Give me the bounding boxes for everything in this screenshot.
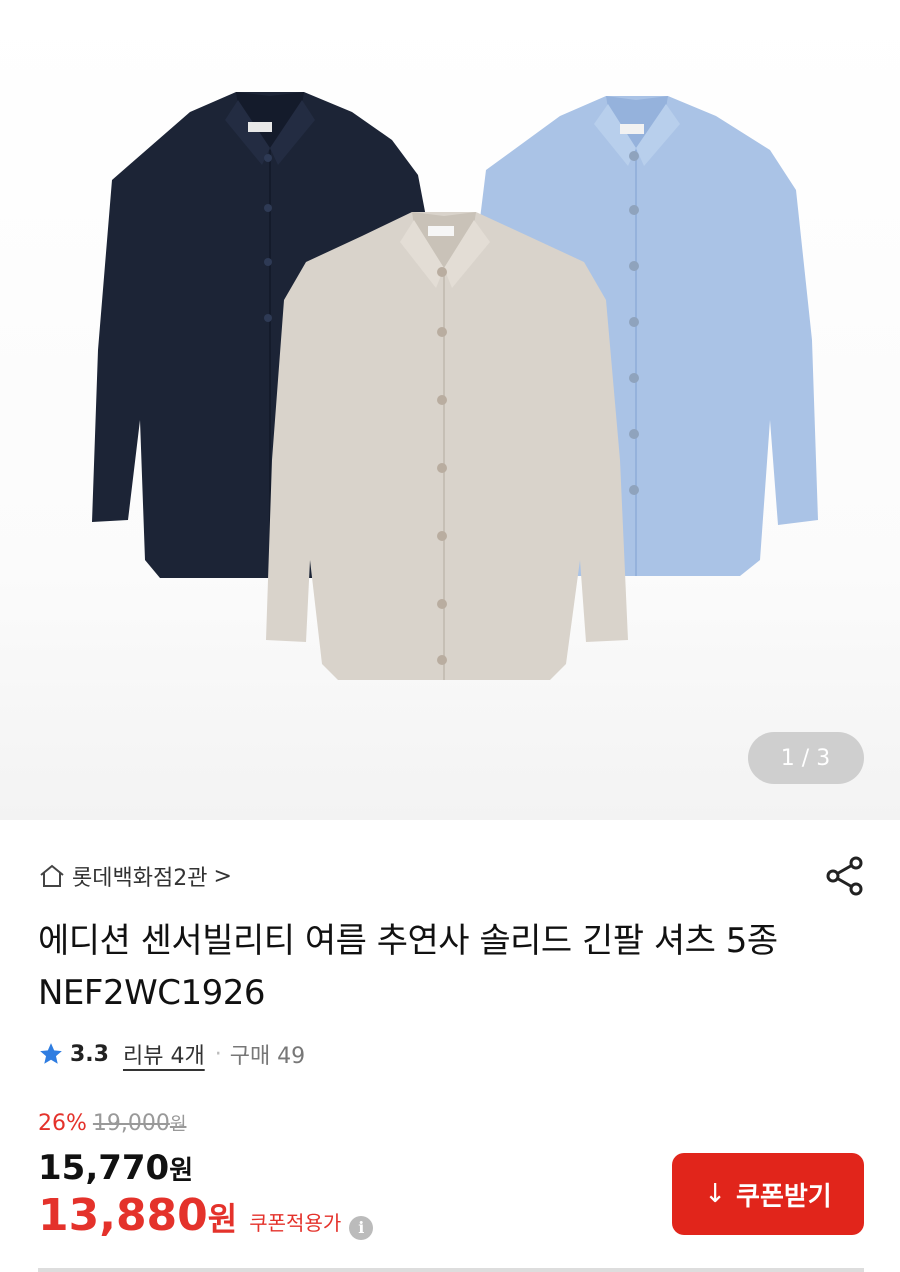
reviews-link[interactable]: 리뷰 4개 bbox=[123, 1038, 205, 1070]
star-icon bbox=[40, 1043, 62, 1064]
get-coupon-button[interactable]: ↓ 쿠폰받기 bbox=[672, 1153, 864, 1235]
home-icon bbox=[40, 864, 64, 887]
original-price-value: 19,000 bbox=[92, 1111, 170, 1136]
store-link[interactable]: 롯데백화점2관 > bbox=[38, 860, 232, 892]
purchase-count: 구매 49 bbox=[229, 1044, 306, 1069]
coupon-price-note: 쿠폰적용가 bbox=[249, 1211, 342, 1235]
pager-separator: / bbox=[801, 745, 811, 771]
original-price-unit: 원 bbox=[169, 1114, 187, 1135]
pager-total: 3 bbox=[816, 745, 832, 771]
store-name: 롯데백화점2관 bbox=[72, 866, 208, 891]
coupon-price-value: 13,880 bbox=[38, 1190, 208, 1241]
sale-price: 15,770원 bbox=[38, 1148, 193, 1188]
get-coupon-label: 쿠폰받기 bbox=[736, 1181, 832, 1212]
download-icon: ↓ bbox=[704, 1179, 727, 1209]
product-title: 에디션 센서빌리티 여름 추연사 솔리드 긴팔 셔츠 5종 NEF2WC1926 bbox=[38, 921, 778, 1013]
sale-price-unit: 원 bbox=[169, 1156, 194, 1186]
rating-score: 3.3 bbox=[70, 1041, 109, 1067]
coupon-price-unit: 원 bbox=[207, 1200, 238, 1238]
coupon-price: 13,880 원 쿠폰적용가 i bbox=[38, 1190, 374, 1241]
original-price: 19,000원 bbox=[93, 1110, 187, 1136]
product-image-gallery[interactable]: 1 / 3 bbox=[0, 0, 900, 820]
discount-rate: 26% bbox=[38, 1111, 87, 1136]
info-icon[interactable]: i bbox=[349, 1215, 374, 1240]
pager-current: 1 bbox=[780, 745, 796, 771]
share-icon[interactable] bbox=[824, 855, 866, 897]
beige-shirt bbox=[266, 212, 628, 680]
separator-dot: · bbox=[214, 1041, 222, 1067]
sale-price-value: 15,770 bbox=[38, 1148, 170, 1188]
image-pager: 1 / 3 bbox=[748, 732, 864, 784]
rating-row: 3.3 리뷰 4개 · 구매 49 bbox=[38, 1038, 305, 1070]
product-image bbox=[92, 92, 818, 680]
chevron-right-icon: > bbox=[213, 863, 232, 889]
discount-row: 26% 19,000원 bbox=[38, 1110, 186, 1136]
divider bbox=[38, 1268, 864, 1272]
